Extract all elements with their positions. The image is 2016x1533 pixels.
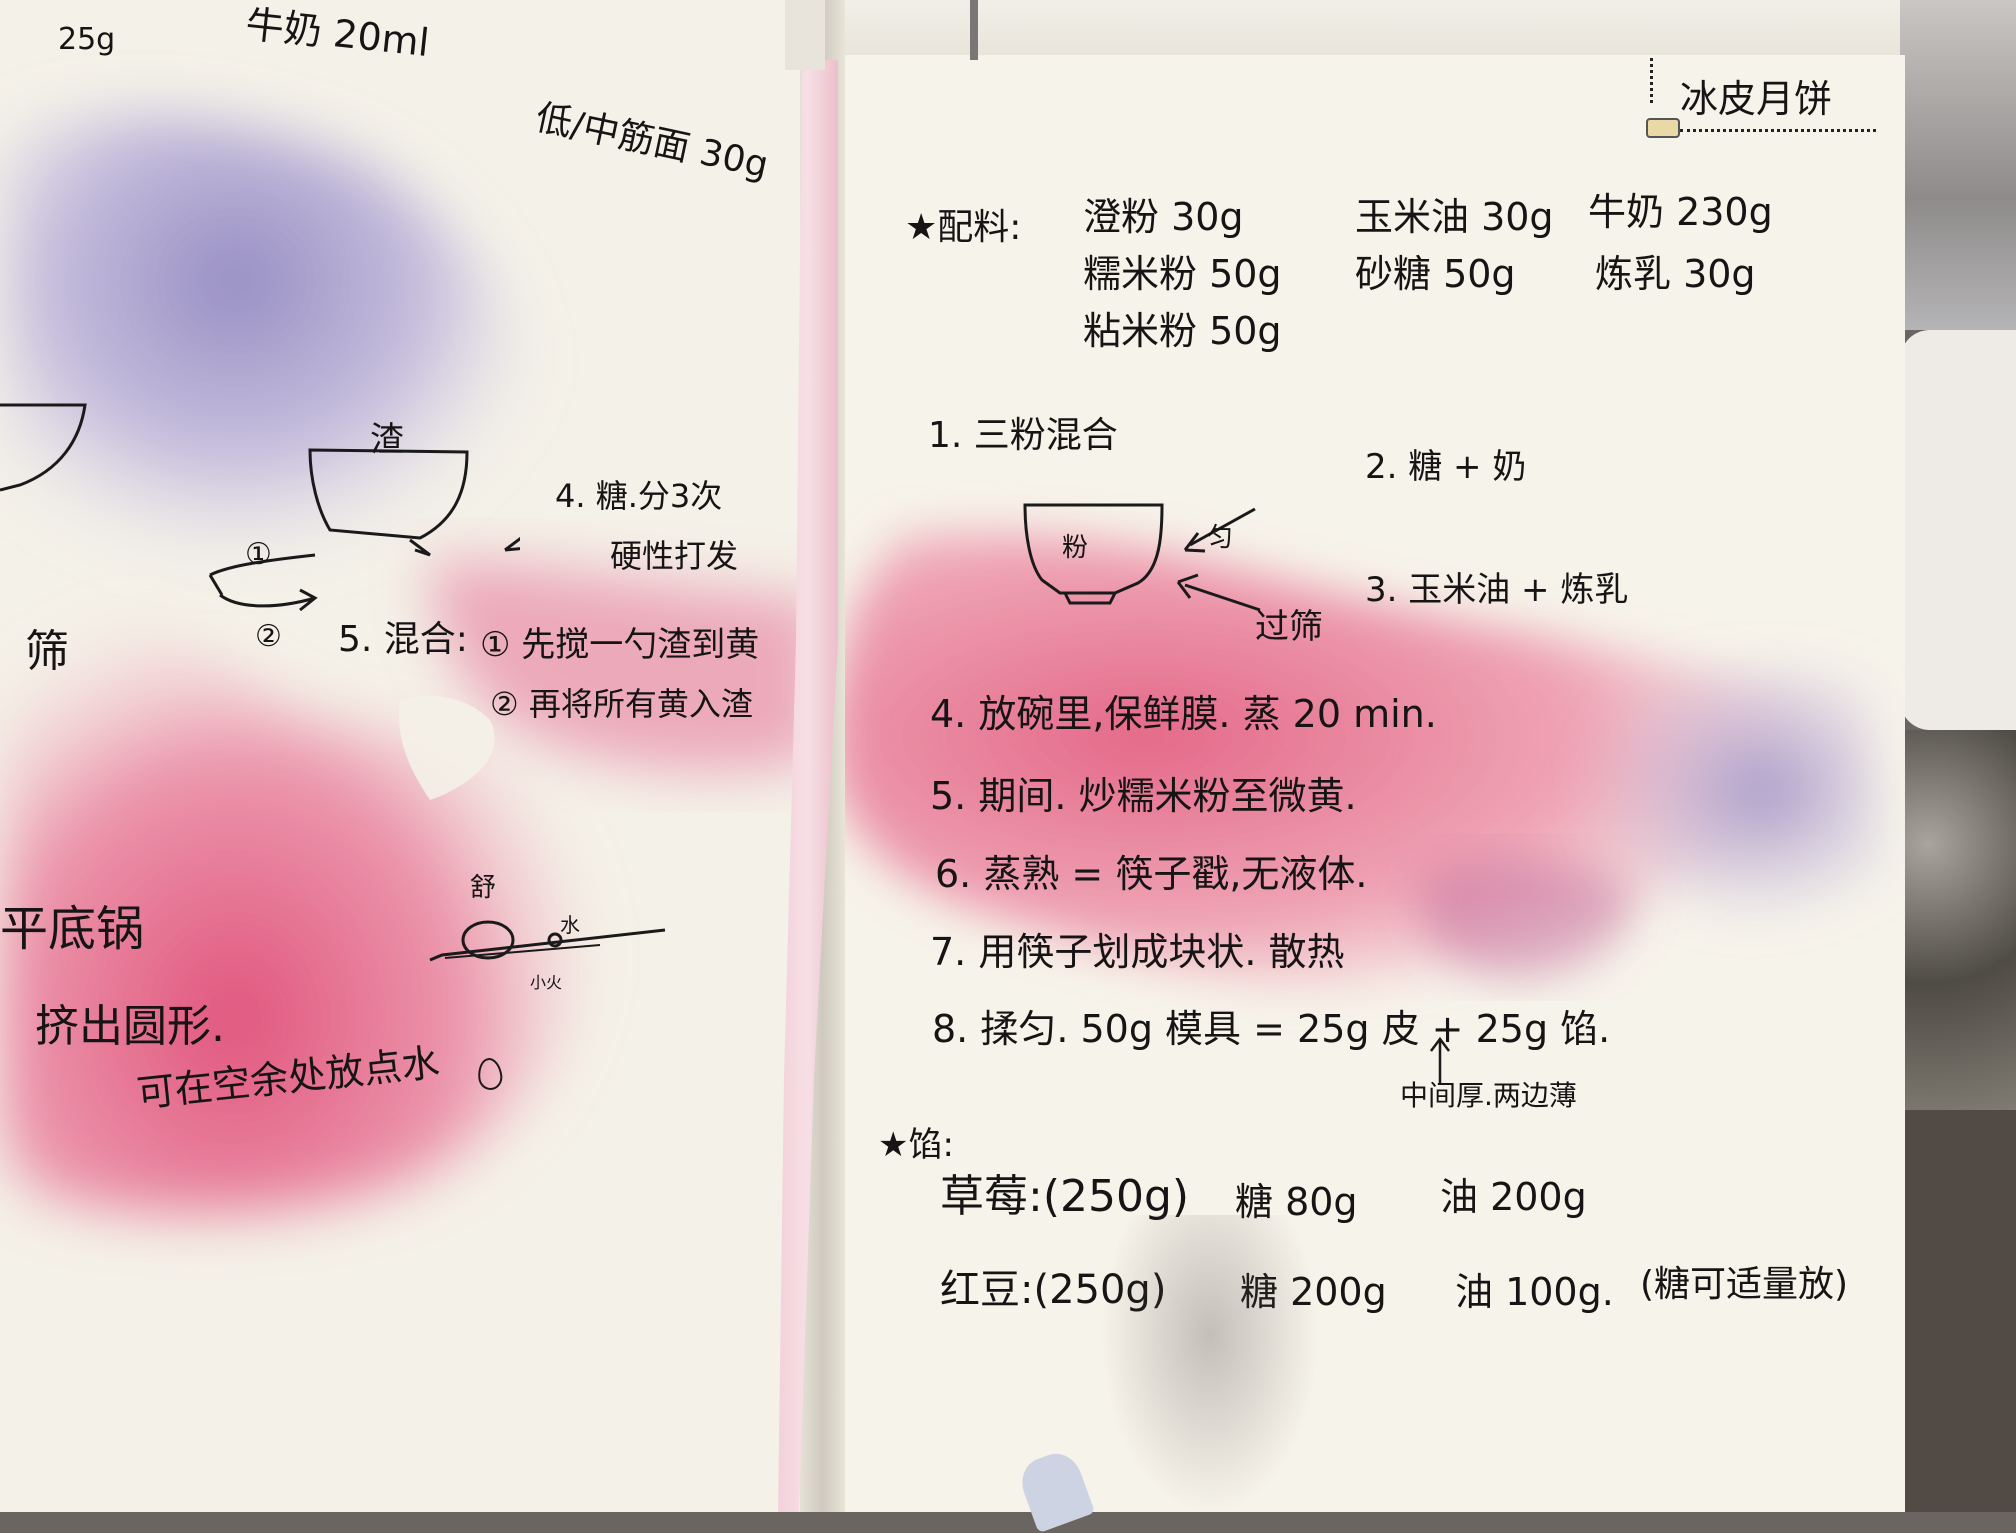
filling-heading: ★馅: [878, 1125, 954, 1165]
title-underline [1680, 129, 1876, 132]
step-8-note: 中间厚.两边薄 [1400, 1079, 1577, 1112]
left-step-4a: 4. 糖.分3次 [555, 477, 723, 515]
step-6: 6. 蒸熟 = 筷子戳,无液体. [935, 852, 1368, 896]
pan-label-heat: 小火 [530, 973, 563, 992]
step-3: 3. 玉米油 + 炼乳 [1365, 570, 1629, 610]
left-pan-fragment: 平底锅 [0, 901, 145, 957]
pan-label-water: 水 [560, 913, 580, 937]
recipe-title: 冰皮月饼 [1680, 77, 1833, 121]
title-stamp-icon [1646, 118, 1680, 138]
photo-scene: 冰皮月饼 ★配料: 澄粉 30g 玉米油 30g 牛奶 230g 糯米粉 50g… [0, 0, 2016, 1533]
filling-row1-item: 油 200g [1440, 1175, 1587, 1219]
pan-diagram [429, 920, 666, 962]
top-rod [970, 0, 978, 60]
step-8: 8. 揉匀. 50g 模具 = 25g 皮 + 25g 馅. [932, 1007, 1611, 1051]
filling-row2-item: 油 100g. [1455, 1270, 1614, 1314]
left-bowl-diagrams [0, 403, 520, 612]
left-step-4b: 硬性打发 [610, 537, 739, 575]
ingredient-item: 糯米粉 50g [1083, 252, 1282, 296]
left-step-5-label: 5. 混合: [338, 619, 468, 660]
left-step-5b: ② 再将所有黄入渣 [490, 685, 753, 723]
step-4: 4. 放碗里,保鲜膜. 蒸 20 min. [930, 692, 1437, 736]
arrow-up-icon [1430, 1036, 1450, 1083]
top-clip [785, 0, 825, 70]
step-5: 5. 期间. 炒糯米粉至微黄. [930, 774, 1357, 818]
ingredient-item: 玉米油 30g [1355, 195, 1554, 239]
finger-shadow [1100, 1215, 1320, 1515]
left-step-5a: ① 先搅一勺渣到黄 [480, 625, 760, 665]
left-top-1: 25g [58, 22, 116, 57]
background-top-mid [820, 0, 1900, 58]
left-circle-1: ① [245, 537, 272, 572]
bowl-text: 粉 [1062, 533, 1089, 563]
left-circle-2: ② [255, 619, 282, 654]
watercolor-wash-left [0, 113, 820, 1214]
left-bowl-label: 渣 [370, 420, 404, 460]
filling-row2-item: (糖可适量放) [1640, 1264, 1849, 1305]
ingredients-heading: ★配料: [905, 207, 1022, 248]
step-2: 2. 糖 + 奶 [1365, 447, 1527, 487]
step-7: 7. 用筷子划成块状. 散热 [930, 930, 1345, 974]
left-sieve-fragment: 筛 [25, 626, 69, 677]
left-circle-fragment: 挤出圆形. [35, 1001, 225, 1052]
title-dots [1650, 58, 1659, 103]
background-counter [1890, 730, 2016, 1110]
sieve-label: 过筛 [1255, 607, 1323, 647]
left-page: 25g 牛奶 20ml 低/中筋面 30g 渣 4. 糖.分3次 硬性打发 ① … [0, 0, 830, 1512]
step-1: 1. 三粉混合 [928, 415, 1118, 456]
stir-text: 匀 [1207, 523, 1234, 553]
ingredient-item: 澄粉 30g [1083, 195, 1244, 239]
ingredient-item: 砂糖 50g [1355, 252, 1516, 296]
filling-row1-item: 草莓:(250g) [940, 1171, 1190, 1222]
ingredient-item: 粘米粉 50g [1083, 309, 1282, 353]
right-page: 冰皮月饼 ★配料: 澄粉 30g 玉米油 30g 牛奶 230g 糯米粉 50g… [820, 55, 1905, 1533]
background-white-bowl [1900, 330, 2016, 730]
background-sink [1900, 1110, 2016, 1512]
ingredient-item: 牛奶 230g [1588, 190, 1773, 234]
ingredient-item: 炼乳 30g [1595, 252, 1756, 296]
pan-label-top: 舒 [470, 873, 497, 903]
